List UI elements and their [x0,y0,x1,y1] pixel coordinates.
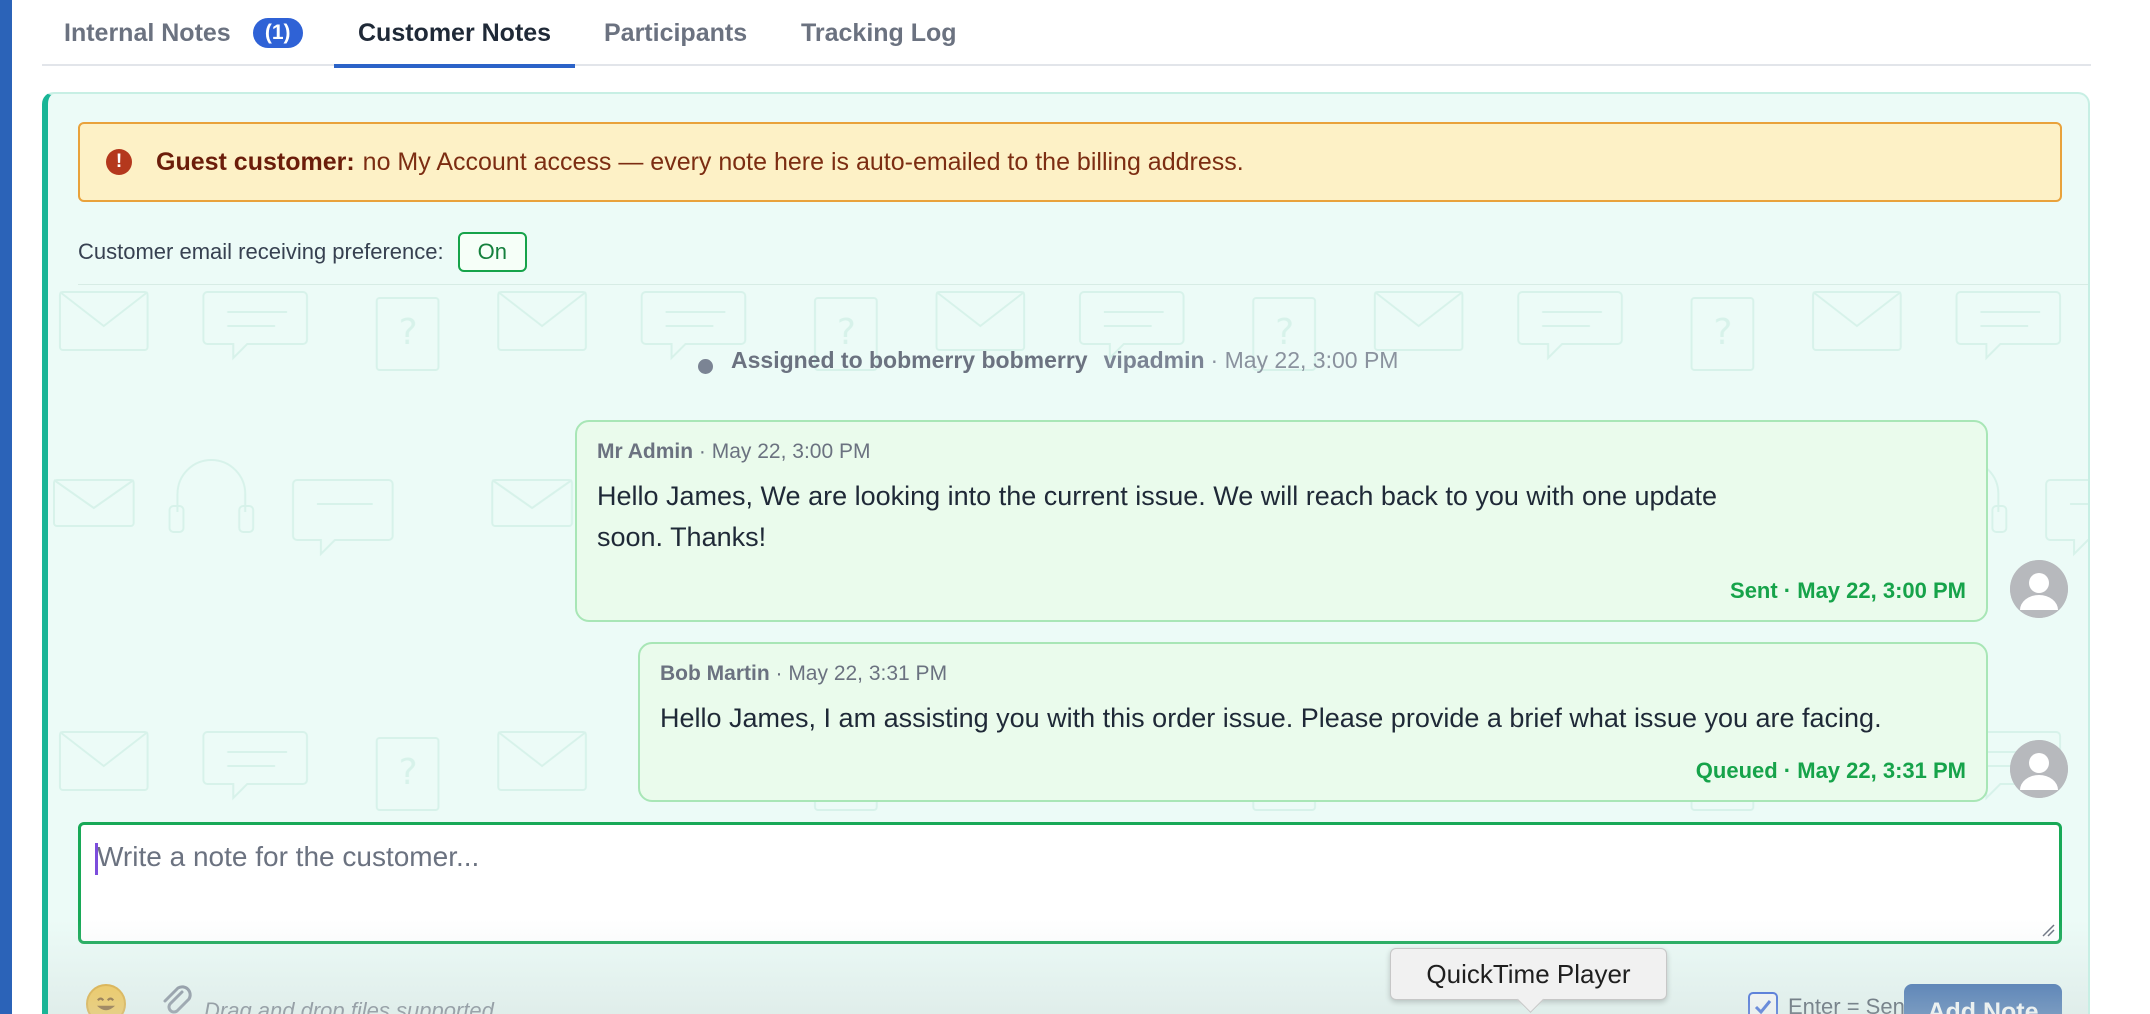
message-body-line: soon. Thanks! [597,522,767,552]
notes-tabs: Internal Notes (1) Customer Notes Partic… [42,0,2091,68]
message-status: Sent · May 22, 3:00 PM [1730,578,1966,603]
add-note-button[interactable]: Add Note [1904,984,2062,1014]
drop-hint: Drag and drop files supported [204,998,494,1014]
event-actor: vipadmin [1103,346,1205,373]
resize-grip-icon[interactable] [2041,923,2055,937]
enter-send-checkbox[interactable] [1748,992,1778,1014]
note-input[interactable] [81,825,2059,941]
tab-label: Internal Notes [64,18,231,47]
customer-notes-panel: ? ! Guest customer: no My Account access… [42,92,2090,1014]
exclamation-circle-icon: ! [106,149,132,175]
message-body-line: Hello James, I am assisting you with thi… [660,703,1882,733]
note-message: Bob Martin · May 22, 3:31 PM Hello James… [638,642,1988,802]
tab-participants[interactable]: Participants [604,0,747,66]
message-time: · May 22, 3:00 PM [693,440,871,463]
guest-customer-alert: ! Guest customer: no My Account access —… [78,122,2062,202]
event-dot-icon [698,358,713,374]
left-rail [0,0,12,1014]
avatar [2010,560,2068,618]
count-badge: (1) [252,18,303,48]
tab-internal-notes[interactable]: Internal Notes (1) [64,0,303,66]
tab-label: Tracking Log [801,18,957,47]
email-preference: Customer email receiving preference: On [78,232,527,272]
note-composer [78,822,2062,944]
event-time: · May 22, 3:00 PM [1210,346,1399,373]
note-message: Mr Admin · May 22, 3:00 PM Hello James, … [575,420,1988,622]
tab-customer-notes[interactable]: Customer Notes [334,0,576,68]
dock-tooltip: QuickTime Player [1390,948,1667,1000]
avatar [2010,740,2068,798]
enter-send-label: Enter = Send [1788,994,1918,1014]
message-meta: Mr Admin · May 22, 3:00 PM [597,440,1966,464]
message-body: Hello James, We are looking into the cur… [597,476,1966,558]
tab-label: Participants [604,18,748,47]
message-author: Mr Admin [597,440,694,463]
text-caret [95,843,98,875]
message-status: Queued · May 22, 3:31 PM [1695,758,1966,783]
user-avatar-icon [2010,560,2068,618]
tab-tracking-log[interactable]: Tracking Log [801,0,957,66]
alert-title: Guest customer: [156,147,355,176]
checkmark-icon [1754,1000,1772,1014]
event-text: Assigned to bobmerry bobmerry [731,346,1088,373]
divider [78,284,2088,285]
user-avatar-icon [2010,740,2068,798]
alert-text: no My Account access — every note here i… [362,147,1244,176]
tooltip-text: QuickTime Player [1426,958,1631,989]
enter-send-option[interactable]: Enter = Send [1748,992,1917,1014]
email-preference-toggle[interactable]: On [457,232,527,272]
emoji-picker-icon[interactable] [86,984,126,1014]
smiley-face-icon [97,997,115,1011]
message-meta: Bob Martin · May 22, 3:31 PM [660,662,1966,686]
composer-toolbar: Drag and drop files supported Enter = Se… [78,978,2062,1014]
timeline-event: Assigned to bobmerry bobmerry vipadmin ·… [698,342,1398,378]
tab-label: Customer Notes [358,18,552,47]
message-body-line: Hello James, We are looking into the cur… [597,481,1718,511]
message-body: Hello James, I am assisting you with thi… [660,698,1966,739]
paperclip-icon[interactable] [158,984,194,1014]
preference-label: Customer email receiving preference: [78,239,444,264]
message-author: Bob Martin [660,662,770,685]
message-time: · May 22, 3:31 PM [769,662,948,685]
